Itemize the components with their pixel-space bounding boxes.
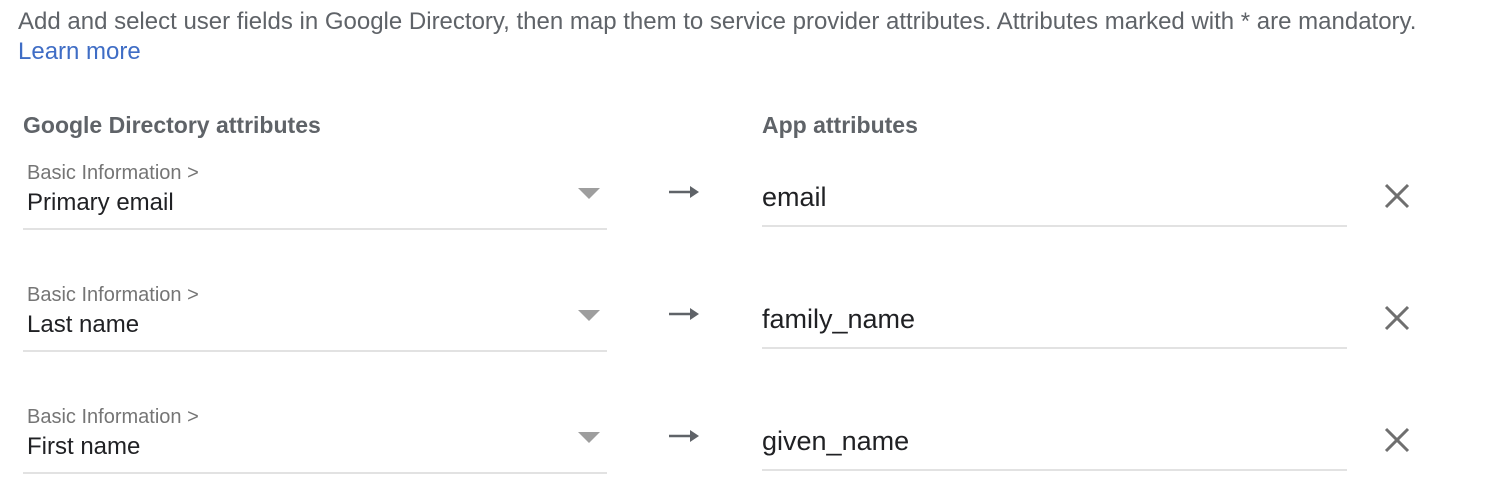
select-category-label: Basic Information > [27,406,199,428]
app-attribute-input[interactable] [762,292,1347,349]
arrow-right-icon [669,186,699,198]
learn-more-link[interactable]: Learn more [18,37,141,67]
remove-mapping-button[interactable] [1378,299,1416,337]
mapping-row: Basic Information > Last name [0,282,1488,392]
dropdown-caret-icon[interactable] [578,310,600,321]
close-icon [1384,305,1410,331]
google-directory-attributes-header: Google Directory attributes [23,112,321,138]
directory-attribute-select[interactable]: Basic Information > Primary email [23,160,607,230]
select-category-label: Basic Information > [27,284,199,306]
close-icon [1384,183,1410,209]
mapping-row: Basic Information > First name [0,404,1488,494]
remove-mapping-button[interactable] [1378,421,1416,459]
mapping-row: Basic Information > Primary email [0,160,1488,270]
remove-mapping-button[interactable] [1378,177,1416,215]
select-value: Primary email [27,189,174,216]
intro-text: Add and select user fields in Google Dir… [18,8,1417,35]
app-attribute-input[interactable] [762,170,1347,227]
select-value: Last name [27,311,140,338]
attribute-mapping-page: Add and select user fields in Google Dir… [0,0,1488,494]
app-attributes-header: App attributes [762,112,918,138]
arrow-right-icon [669,308,699,320]
arrow-right-icon [669,430,699,442]
directory-attribute-select[interactable]: Basic Information > Last name [23,282,607,352]
directory-attribute-select[interactable]: Basic Information > First name [23,404,607,474]
select-value: First name [27,433,141,460]
select-category-label: Basic Information > [27,162,199,184]
app-attribute-input[interactable] [762,414,1347,471]
close-icon [1384,427,1410,453]
dropdown-caret-icon[interactable] [578,432,600,443]
dropdown-caret-icon[interactable] [578,188,600,199]
